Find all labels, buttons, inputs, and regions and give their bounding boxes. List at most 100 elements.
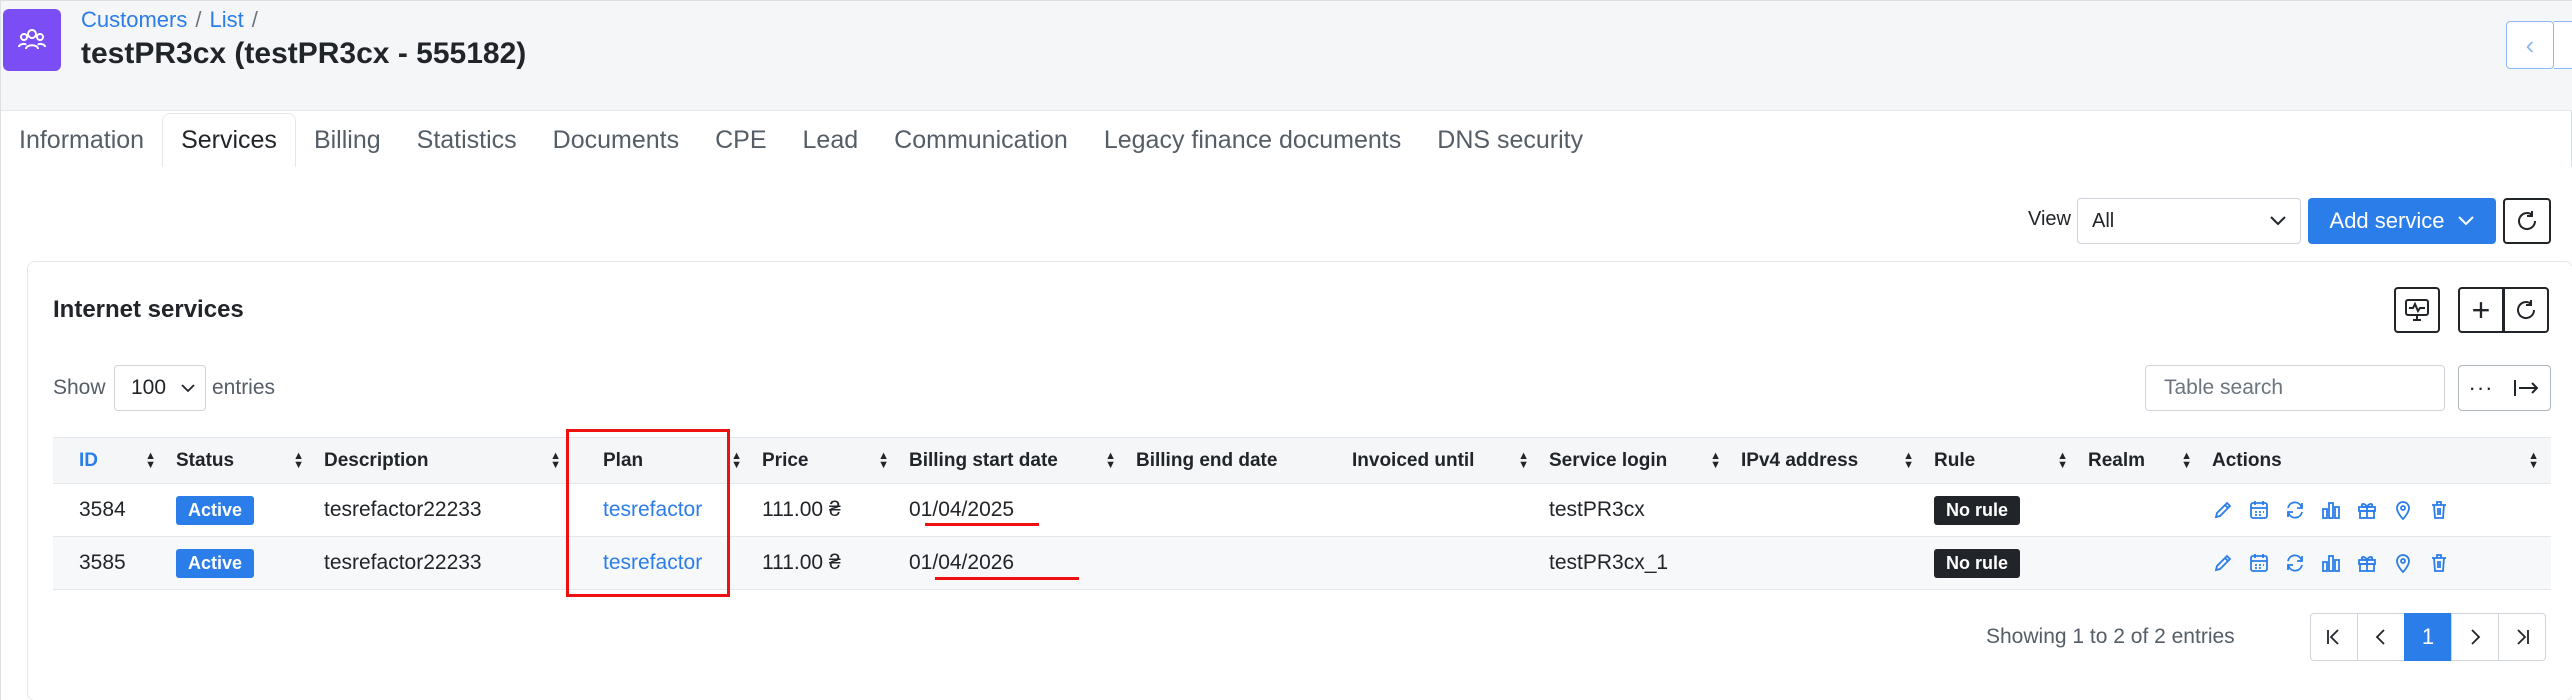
last-page-icon	[2517, 629, 2529, 645]
tab-dns-security[interactable]: DNS security	[1419, 113, 1601, 167]
gift-icon[interactable]	[2356, 552, 2378, 574]
sort-icon: ▲ ▼	[2057, 449, 2068, 471]
cell-actions	[2204, 484, 2551, 537]
table-export-button[interactable]	[2503, 365, 2551, 411]
cell-service-login: testPR3cx_1	[1549, 551, 1669, 574]
cell-invoiced-until	[1344, 537, 1541, 590]
cell-description: tesrefactor22233	[324, 498, 482, 521]
status-badge: Active	[176, 548, 255, 578]
sort-icon: ▲ ▼	[550, 449, 561, 471]
column-header-service-login[interactable]: Service login ▲ ▼	[1541, 437, 1733, 484]
tab-communication[interactable]: Communication	[876, 113, 1086, 167]
tab-legacy-finance-documents[interactable]: Legacy finance documents	[1086, 113, 1419, 167]
cell-rule: No rule	[1926, 484, 2080, 537]
column-header-billing-end-date[interactable]: Billing end date	[1128, 437, 1344, 484]
refresh-icon	[2518, 211, 2537, 230]
trash-icon[interactable]	[2428, 499, 2450, 521]
add-internet-service-button[interactable]: +	[2458, 287, 2504, 333]
internet-services-table: ID ▲ ▼ Status ▲ ▼ Description ▲ ▼ Plan ▲ ▼ Price…	[53, 437, 2551, 590]
sort-icon: ▲ ▼	[1105, 449, 1116, 471]
cell-billing-start-date: 01/04/2026	[909, 551, 1015, 574]
calendar-icon[interactable]	[2248, 552, 2270, 574]
chart-icon[interactable]	[2320, 499, 2342, 521]
monitor-button[interactable]	[2394, 287, 2440, 333]
monitor-pulse-icon	[2405, 299, 2429, 321]
cell-billing-start-date: 01/04/2025	[909, 498, 1015, 521]
map-pin-icon[interactable]	[2392, 499, 2414, 521]
cell-status: Active	[168, 537, 316, 590]
map-pin-icon[interactable]	[2392, 552, 2414, 574]
cell-ipv4-address	[1733, 484, 1926, 537]
next-page-button[interactable]	[2451, 613, 2499, 661]
refresh-services-button[interactable]	[2503, 198, 2551, 244]
column-header-description[interactable]: Description ▲ ▼	[316, 437, 573, 484]
entries-per-page-select[interactable]: 100	[114, 365, 206, 411]
column-header-invoiced-until[interactable]: Invoiced until ▲ ▼	[1344, 437, 1541, 484]
breadcrumb-customers-link[interactable]: Customers	[81, 7, 187, 32]
sort-icon: ▲ ▼	[1710, 449, 1721, 471]
column-header-rule[interactable]: Rule ▲ ▼	[1926, 437, 2080, 484]
sync-icon[interactable]	[2284, 552, 2306, 574]
chevron-left-icon	[2375, 629, 2385, 645]
trash-icon[interactable]	[2428, 552, 2450, 574]
tab-cpe[interactable]: CPE	[697, 113, 784, 167]
cell-price: 111.00 ₴	[762, 551, 841, 574]
panel-edge-button[interactable]	[2554, 21, 2572, 69]
first-page-button[interactable]	[2310, 613, 2358, 661]
tab-services[interactable]: Services	[162, 113, 296, 167]
cell-actions	[2204, 537, 2551, 590]
column-header-realm[interactable]: Realm ▲ ▼	[2080, 437, 2204, 484]
tab-billing[interactable]: Billing	[296, 113, 399, 167]
cell-service-login: testPR3cx	[1549, 498, 1645, 521]
table-row[interactable]: 3584 Active tesrefactor22233 tesrefactor…	[53, 483, 2551, 537]
cell-billing-end-date	[1128, 484, 1344, 537]
billing-start-underline	[925, 523, 1039, 526]
tab-information[interactable]: Information	[1, 113, 162, 167]
chevron-right-icon	[2471, 629, 2481, 645]
chart-icon[interactable]	[2320, 552, 2342, 574]
cell-ipv4-address	[1733, 537, 1926, 590]
page-button-1[interactable]: 1	[2404, 613, 2452, 661]
table-options-button[interactable]: ···	[2458, 365, 2504, 411]
pencil-icon[interactable]	[2212, 499, 2234, 521]
tabs-bar: Information Services Billing Statistics …	[1, 113, 1601, 167]
cell-realm	[2080, 484, 2204, 537]
previous-page-button[interactable]	[2357, 613, 2405, 661]
view-select-value: All	[2092, 209, 2115, 232]
arrow-right-to-line-icon	[2513, 380, 2538, 396]
gift-icon[interactable]	[2356, 499, 2378, 521]
view-select[interactable]: All	[2077, 198, 2301, 244]
collapse-panel-button[interactable]: ‹	[2506, 21, 2554, 69]
first-page-icon	[2327, 629, 2339, 645]
table-row[interactable]: 3585 Active tesrefactor22233 tesrefactor…	[53, 536, 2551, 590]
column-header-actions[interactable]: Actions ▲ ▼	[2204, 437, 2551, 484]
cell-description: tesrefactor22233	[324, 551, 482, 574]
breadcrumb-list-link[interactable]: List	[209, 7, 243, 32]
sort-icon: ▲ ▼	[878, 449, 889, 471]
cell-invoiced-until	[1344, 484, 1541, 537]
refresh-internet-services-button[interactable]	[2503, 287, 2549, 333]
sort-icon: ▲ ▼	[2528, 449, 2539, 471]
sort-icon: ▲ ▼	[2181, 449, 2192, 471]
last-page-button[interactable]	[2498, 613, 2546, 661]
cell-price: 111.00 ₴	[762, 498, 841, 521]
table-search-input[interactable]	[2145, 365, 2445, 411]
calendar-icon[interactable]	[2248, 499, 2270, 521]
more-horizontal-icon: ···	[2468, 375, 2494, 400]
column-header-billing-start-date[interactable]: Billing start date ▲ ▼	[901, 437, 1128, 484]
cell-realm	[2080, 537, 2204, 590]
tab-lead[interactable]: Lead	[785, 113, 877, 167]
header: Customers / List / testPR3cx (testPR3cx - 5…	[1, 1, 2572, 111]
column-header-price[interactable]: Price ▲ ▼	[754, 437, 901, 484]
column-header-ipv4-address[interactable]: IPv4 address ▲ ▼	[1733, 437, 1926, 484]
tab-documents[interactable]: Documents	[535, 113, 697, 167]
customers-app-icon[interactable]	[3, 9, 61, 71]
sync-icon[interactable]	[2284, 499, 2306, 521]
plus-icon: +	[2471, 292, 2491, 328]
tab-statistics[interactable]: Statistics	[399, 113, 535, 167]
column-header-id[interactable]: ID ▲ ▼	[53, 437, 168, 484]
add-service-button[interactable]: Add service	[2308, 198, 2496, 244]
pencil-icon[interactable]	[2212, 552, 2234, 574]
add-service-label: Add service	[2329, 208, 2445, 233]
column-header-status[interactable]: Status ▲ ▼	[168, 437, 316, 484]
